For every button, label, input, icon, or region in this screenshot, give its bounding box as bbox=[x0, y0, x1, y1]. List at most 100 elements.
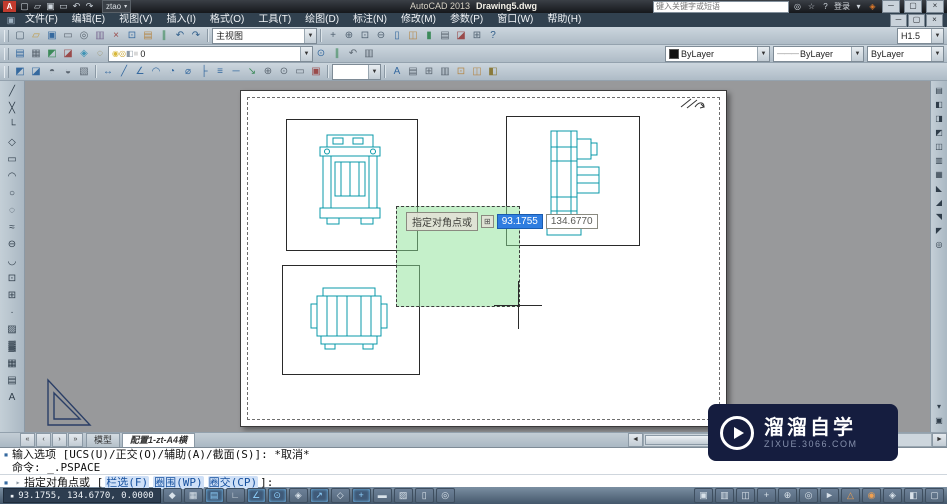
bring-to-front-icon[interactable]: ◩ bbox=[12, 64, 28, 79]
scroll-right-icon[interactable]: ► bbox=[932, 433, 947, 447]
doc-restore-button[interactable]: ▢ bbox=[908, 13, 925, 27]
qat-undo-icon[interactable]: ↶ bbox=[70, 1, 83, 12]
dim-linear-icon[interactable]: ↔ bbox=[100, 64, 116, 79]
scroll-down-icon[interactable]: ▾ bbox=[932, 400, 946, 414]
make-object-layer-current-icon[interactable]: ⊙ bbox=[313, 46, 329, 61]
修改(M)[interactable]: 修改(M) bbox=[394, 13, 443, 27]
help-icon[interactable]: ? bbox=[485, 28, 501, 43]
view-combo[interactable]: 主视图 ▼ bbox=[212, 27, 317, 44]
sign-in-link[interactable]: 登录 bbox=[834, 1, 850, 12]
region-icon[interactable]: ▦ bbox=[4, 355, 20, 372]
point-icon[interactable]: · bbox=[4, 304, 20, 321]
格式(O)[interactable]: 格式(O) bbox=[203, 13, 251, 27]
dim-arc-length-icon[interactable]: ◠ bbox=[148, 64, 164, 79]
dim-aligned-icon[interactable]: ╱ bbox=[116, 64, 132, 79]
view-ne-iso-icon[interactable]: ◥ bbox=[932, 210, 946, 224]
text-height-combo[interactable]: H1.5 ▼ bbox=[897, 27, 944, 44]
quickcalc-icon[interactable]: ⊞ bbox=[469, 28, 485, 43]
toolbar-grip[interactable] bbox=[4, 47, 9, 60]
match-properties-icon[interactable]: ∥ bbox=[156, 28, 172, 43]
line-icon[interactable]: ╱ bbox=[4, 83, 20, 100]
chevron-down-icon[interactable]: ▼ bbox=[368, 64, 380, 79]
toolbar-grip[interactable] bbox=[4, 65, 9, 78]
command-option[interactable]: 圈交(CP) bbox=[207, 475, 259, 489]
multileader-icon[interactable]: ↘ bbox=[244, 64, 260, 79]
restore-button[interactable]: ▢ bbox=[904, 0, 922, 13]
favorites-star-icon[interactable]: ☆ bbox=[806, 2, 817, 11]
sheet-set-manager-icon[interactable]: ▤ bbox=[437, 28, 453, 43]
search-icon[interactable]: ◎ bbox=[792, 2, 803, 11]
编辑(E)[interactable]: 编辑(E) bbox=[65, 13, 112, 27]
coordinates-display[interactable]: ▪ 93.1755, 134.6770, 0.0000 bbox=[3, 488, 161, 503]
layer-freeze-icon[interactable]: ◈ bbox=[76, 46, 92, 61]
scroll-left-icon[interactable]: ◄ bbox=[628, 433, 643, 447]
exchange-apps-icon[interactable]: ◈ bbox=[867, 2, 878, 11]
视图(V)[interactable]: 视图(V) bbox=[112, 13, 159, 27]
dim-ordinate-icon[interactable]: ├ bbox=[196, 64, 212, 79]
lineweight-toggle[interactable]: ▬ bbox=[372, 488, 392, 503]
tab-nav-button[interactable]: » bbox=[68, 433, 83, 447]
dim-baseline-icon[interactable]: ≡ bbox=[212, 64, 228, 79]
quick-view-layouts-icon[interactable]: ▥ bbox=[715, 488, 734, 503]
dyn-x-field[interactable]: 93.1755 bbox=[496, 214, 543, 229]
chevron-down-icon[interactable]: ▾ bbox=[853, 2, 864, 11]
窗口(W)[interactable]: 窗口(W) bbox=[490, 13, 540, 27]
table-icon[interactable]: ⊞ bbox=[421, 64, 437, 79]
view-top-icon[interactable]: ◧ bbox=[932, 98, 946, 112]
gradient-icon[interactable]: ▓ bbox=[4, 338, 20, 355]
insert-block-icon[interactable]: ⊡ bbox=[4, 270, 20, 287]
workspace-switching-icon[interactable]: ◈ bbox=[883, 488, 902, 503]
close-button[interactable]: × bbox=[926, 0, 944, 13]
plot-icon[interactable]: ▭ bbox=[60, 28, 76, 43]
dim-radius-icon[interactable]: ◔ bbox=[164, 64, 180, 79]
dim-style-combo[interactable]: ▼ bbox=[332, 63, 381, 80]
pan-icon[interactable]: + bbox=[325, 28, 341, 43]
dynamic-input-toggle[interactable]: + bbox=[351, 488, 371, 503]
qat-plot-icon[interactable]: ▭ bbox=[57, 1, 70, 12]
view-left-icon[interactable]: ◩ bbox=[932, 126, 946, 140]
quick-properties-toggle[interactable]: ▯ bbox=[414, 488, 434, 503]
model-paper-toggle[interactable]: ▣ bbox=[694, 488, 713, 503]
dim-style-icon[interactable]: ▣ bbox=[308, 64, 324, 79]
doc-minimize-button[interactable]: ─ bbox=[890, 13, 907, 27]
toolbar-lock-icon[interactable]: ◧ bbox=[485, 64, 501, 79]
tab-nav-button[interactable]: « bbox=[20, 433, 35, 447]
view-sw-iso-icon[interactable]: ◣ bbox=[932, 182, 946, 196]
workspace-combo[interactable]: ztao ▾ bbox=[102, 0, 132, 13]
zoom-window-icon[interactable]: ⊡ bbox=[357, 28, 373, 43]
view-se-iso-icon[interactable]: ◢ bbox=[932, 196, 946, 210]
view-back-icon[interactable]: ▦ bbox=[932, 168, 946, 182]
redo-icon[interactable]: ↷ bbox=[188, 28, 204, 43]
ellipse-icon[interactable]: ⊖ bbox=[4, 236, 20, 253]
xref-attach-icon[interactable]: ◫ bbox=[469, 64, 485, 79]
undo-icon[interactable]: ↶ bbox=[172, 28, 188, 43]
construction-line-icon[interactable]: ╳ bbox=[4, 100, 20, 117]
layer-previous-icon[interactable]: ↶ bbox=[345, 46, 361, 61]
qat-open-icon[interactable]: ▱ bbox=[31, 1, 44, 12]
object-snap-toggle[interactable]: ⊙ bbox=[267, 488, 287, 503]
qat-new-icon[interactable]: ▢ bbox=[18, 1, 31, 12]
dim-continue-icon[interactable]: ─ bbox=[228, 64, 244, 79]
selection-cycling-toggle[interactable]: ◎ bbox=[435, 488, 455, 503]
viewport-dialog-icon[interactable]: ▣ bbox=[932, 414, 946, 428]
layer-isolate-icon[interactable]: ◩ bbox=[44, 46, 60, 61]
dyn-y-field[interactable]: 134.6770 bbox=[545, 214, 598, 229]
quick-view-drawings-icon[interactable]: ◫ bbox=[736, 488, 755, 503]
spline-icon[interactable]: ≈ bbox=[4, 219, 20, 236]
view-nw-iso-icon[interactable]: ◤ bbox=[932, 224, 946, 238]
polyline-icon[interactable]: └ bbox=[4, 117, 20, 134]
circle-icon[interactable]: ○ bbox=[4, 185, 20, 202]
layer-states-icon[interactable]: ▦ bbox=[28, 46, 44, 61]
named-views-icon[interactable]: ▤ bbox=[932, 84, 946, 98]
zoom-realtime-icon[interactable]: ⊕ bbox=[341, 28, 357, 43]
toolbar-grip[interactable] bbox=[4, 29, 9, 42]
layer-properties-icon[interactable]: ▤ bbox=[12, 46, 28, 61]
command-option[interactable]: 圈围(WP) bbox=[153, 475, 204, 489]
doc-close-button[interactable]: × bbox=[926, 13, 943, 27]
clean-screen-icon[interactable]: ▢ bbox=[925, 488, 944, 503]
绘图(D)[interactable]: 绘图(D) bbox=[298, 13, 346, 27]
chevron-down-icon[interactable]: ▼ bbox=[757, 46, 769, 61]
show-motion-icon[interactable]: ► bbox=[820, 488, 839, 503]
帮助(H)[interactable]: 帮助(H) bbox=[540, 13, 588, 27]
open-icon[interactable]: ▱ bbox=[28, 28, 44, 43]
